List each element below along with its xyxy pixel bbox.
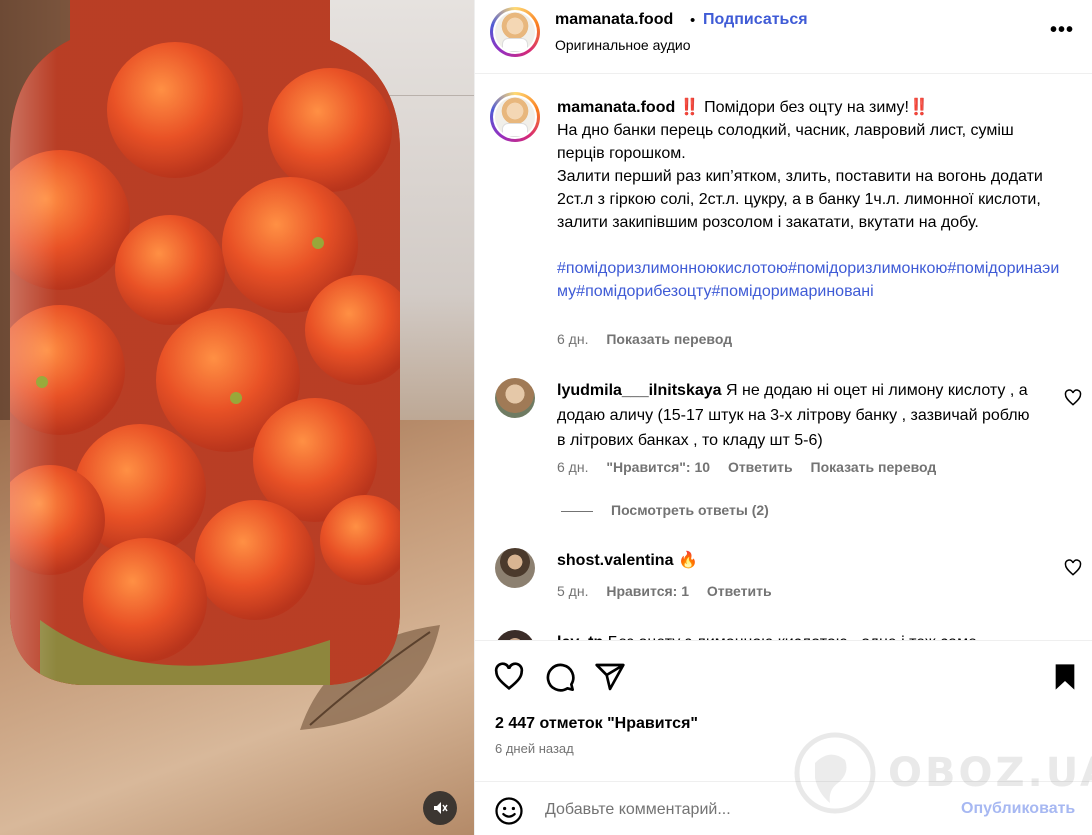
comment-input[interactable] <box>545 796 925 824</box>
caption-emoji-end: ‼️ <box>908 99 929 116</box>
post-header: mamanata.food • Подписаться Оригинальное… <box>475 0 1092 74</box>
caption-translate-link[interactable]: Показать перевод <box>606 331 732 347</box>
comment-heart-icon[interactable] <box>1063 558 1083 578</box>
post-panel: mamanata.food • Подписаться Оригинальное… <box>474 0 1092 835</box>
more-icon: ••• <box>1049 19 1074 41</box>
share-icon[interactable] <box>594 661 626 693</box>
caption-line: На дно банки перець солодкий, часник, ла… <box>557 122 1014 162</box>
caption-avatar[interactable] <box>490 92 540 142</box>
view-replies-button[interactable]: Посмотреть ответы (2) <box>561 502 769 518</box>
bookmark-icon[interactable] <box>1049 661 1081 693</box>
emoji-icon[interactable] <box>494 796 524 826</box>
likes-count[interactable]: 2 447 отметок "Нравится" <box>495 715 698 733</box>
comment-meta: 6 дн. "Нравится": 10 Ответить Показать п… <box>557 459 950 475</box>
separator-dot: • <box>690 12 696 29</box>
caption-meta: 6 дн. Показать перевод <box>557 331 732 347</box>
post-date[interactable]: 6 дней назад <box>495 741 574 756</box>
comment-reply-button[interactable]: Ответить <box>707 583 772 599</box>
comment-translate-link[interactable]: Показать перевод <box>811 459 937 475</box>
caption-username[interactable]: mamanata.food <box>557 99 675 116</box>
caption-hashtags[interactable]: #помідоризлимонноюкислотою#помідоризлимо… <box>557 257 1062 303</box>
mute-icon <box>434 802 448 814</box>
comment-likes[interactable]: "Нравится": 10 <box>606 459 710 475</box>
comment-bar: Опубликовать <box>475 781 1092 835</box>
comment-username[interactable]: lyudmila___ilnitskaya <box>557 382 722 399</box>
caption-time[interactable]: 6 дн. <box>557 331 588 347</box>
comment-username[interactable]: shost.valentina <box>557 552 673 569</box>
comment-heart-icon[interactable] <box>1063 388 1083 408</box>
caption-line: Залити перший раз кип’ятком, злить, пост… <box>557 168 1043 231</box>
post-actions: 2 447 отметок "Нравится" 6 дней назад Оп… <box>475 640 1092 835</box>
comment-reply-button[interactable]: Ответить <box>728 459 793 475</box>
tomato-jar-image <box>10 0 440 730</box>
follow-button[interactable]: Подписаться <box>703 11 808 29</box>
comment-likes[interactable]: Нравится: 1 <box>606 583 689 599</box>
comment-meta: 5 дн. Нравится: 1 Ответить <box>557 583 786 599</box>
caption-title: Помідори без оцту на зиму! <box>704 99 909 116</box>
view-replies-label: Посмотреть ответы (2) <box>611 502 769 518</box>
heart-icon[interactable] <box>493 661 525 693</box>
more-options-button[interactable]: ••• <box>1047 20 1077 46</box>
comment-text: lyudmila___ilnitskaya Я не додаю ні оцет… <box>557 378 1037 453</box>
audio-label[interactable]: Оригинальное аудио <box>555 37 691 53</box>
author-username[interactable]: mamanata.food <box>555 11 673 29</box>
comment-time[interactable]: 6 дн. <box>557 459 588 475</box>
comment-content: 🔥 <box>677 552 698 569</box>
comment-time[interactable]: 5 дн. <box>557 583 588 599</box>
author-avatar[interactable] <box>490 7 540 57</box>
caption-emoji-start: ‼️ <box>679 99 700 116</box>
mute-button[interactable] <box>423 791 457 825</box>
comment-text: shost.valentina 🔥 <box>557 548 1037 573</box>
publish-button[interactable]: Опубликовать <box>961 800 1075 818</box>
comment-icon[interactable] <box>544 661 576 693</box>
replies-divider <box>561 510 593 512</box>
comment-avatar[interactable] <box>495 378 535 418</box>
post-media[interactable] <box>0 0 474 835</box>
comment-avatar[interactable] <box>495 548 535 588</box>
caption-text: mamanata.food ‼️ Помідори без оцту на зи… <box>557 96 1062 303</box>
